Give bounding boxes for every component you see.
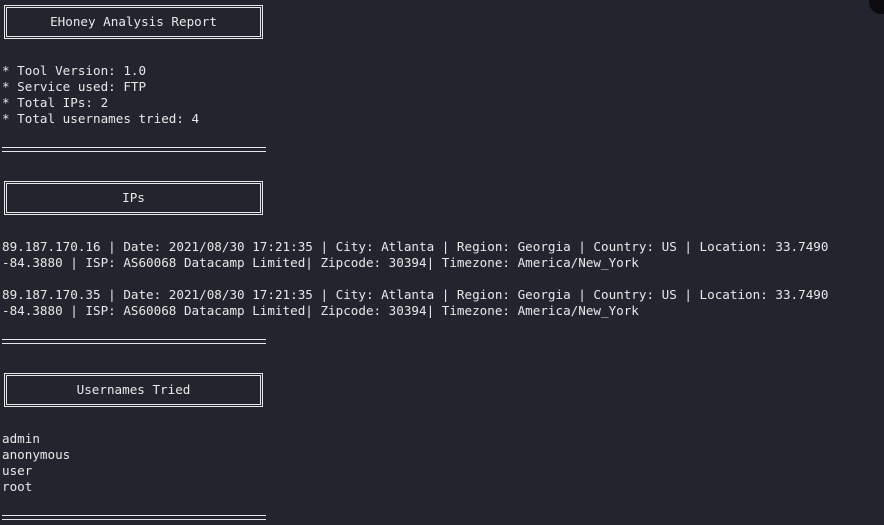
summary-total-ips: * Total IPs: 2 — [2, 95, 109, 110]
section-divider — [2, 515, 266, 520]
ip-entry-line: -84.3880 | ISP: AS60068 Datacamp Limited… — [2, 255, 639, 270]
terminal-window: EHoney Analysis Report * Tool Version: 1… — [0, 0, 884, 525]
username-item: user — [2, 463, 33, 478]
window-corner — [869, 0, 884, 14]
ip-entry-line: -84.3880 | ISP: AS60068 Datacamp Limited… — [2, 303, 639, 318]
report-title: EHoney Analysis Report — [50, 14, 217, 29]
ip-entry-line: 89.187.170.35 | Date: 2021/08/30 17:21:3… — [2, 287, 829, 302]
username-item: root — [2, 479, 33, 494]
summary-total-usernames: * Total usernames tried: 4 — [2, 111, 200, 126]
usernames-heading: Usernames Tried — [76, 382, 191, 397]
section-divider — [2, 339, 266, 344]
ip-entry-line: 89.187.170.16 | Date: 2021/08/30 17:21:3… — [2, 239, 829, 254]
username-item: anonymous — [2, 447, 71, 462]
usernames-heading-box: Usernames Tried — [4, 373, 263, 407]
summary-service-used: * Service used: FTP — [2, 79, 147, 94]
username-item: admin — [2, 431, 40, 446]
ips-heading: IPs — [122, 190, 145, 205]
summary-tool-version: * Tool Version: 1.0 — [2, 63, 147, 78]
section-divider — [2, 147, 266, 152]
report-title-box: EHoney Analysis Report — [4, 5, 263, 39]
ips-heading-box: IPs — [4, 181, 263, 215]
